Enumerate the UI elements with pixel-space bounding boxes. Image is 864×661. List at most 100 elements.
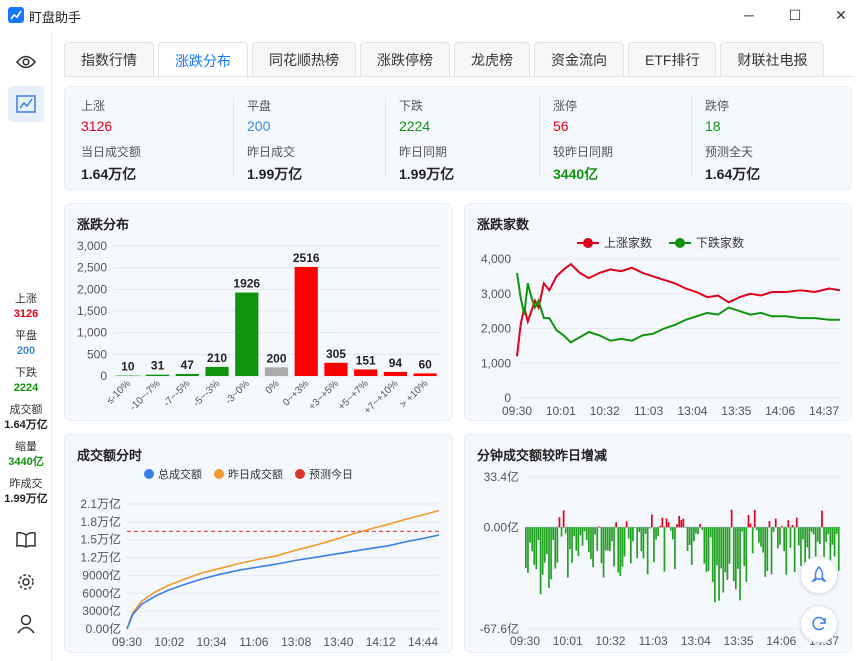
x-tick-label: -5~-3% <box>191 378 222 409</box>
diff-bar <box>567 527 569 578</box>
diff-bar <box>535 527 538 570</box>
chart-icon[interactable] <box>8 86 44 122</box>
refresh-button[interactable] <box>800 605 838 643</box>
diff-bar <box>613 527 615 567</box>
diff-bar <box>552 527 554 540</box>
bar-value-label: 151 <box>356 353 376 367</box>
diff-bar <box>690 527 693 566</box>
diff-bar <box>579 527 582 536</box>
diff-bar <box>716 527 718 566</box>
y-tick-label: 0 <box>504 391 511 405</box>
diff-bar <box>833 527 836 557</box>
x-tick-label: +3~+5% <box>307 378 341 412</box>
sidebar-stat-label: 上涨 <box>15 293 37 305</box>
sidebar-stat-label: 昨成交 <box>9 478 43 490</box>
diff-bar <box>766 527 769 571</box>
sidebar-stat-value: 2224 <box>13 382 39 394</box>
summary-stat: 下跌 2224 <box>399 97 430 134</box>
diff-bar <box>606 527 609 551</box>
summary-stat-value: 1.99万亿 <box>399 166 455 182</box>
diff-bar <box>665 518 668 528</box>
tab-3[interactable]: 涨跌停榜 <box>360 42 450 76</box>
diff-bar <box>718 527 720 601</box>
diff-bar <box>638 527 641 532</box>
diff-bar <box>753 509 756 528</box>
eye-icon[interactable] <box>8 44 44 80</box>
tab-divider <box>64 76 852 77</box>
diff-bar <box>661 517 664 528</box>
summary-stat: 昨日同期 1.99万亿 <box>399 143 454 184</box>
y-tick-label: 3,000 <box>481 287 511 301</box>
tab-2[interactable]: 同花顺热榜 <box>252 42 356 76</box>
minimize-button[interactable]: ─ <box>726 0 772 30</box>
y-tick-label: 1.2万亿 <box>80 550 121 565</box>
diff-bar <box>730 509 733 528</box>
gear-icon[interactable] <box>8 564 44 600</box>
diff-bar <box>831 527 834 545</box>
rocket-button[interactable] <box>800 556 838 594</box>
diff-bar <box>777 527 779 549</box>
diff-bar <box>581 527 584 546</box>
x-tick-label: 14:12 <box>366 635 396 649</box>
summary-stat-value: 3440亿 <box>553 166 599 182</box>
distribution-chart: 0 500 1,000 1,500 2,000 2,500 3,000 10 ≤-10% 31 -1… <box>77 239 440 417</box>
close-button[interactable]: ✕ <box>818 0 864 30</box>
book-icon[interactable] <box>8 522 44 558</box>
maximize-button[interactable]: ☐ <box>772 0 818 30</box>
diff-bar <box>554 527 557 569</box>
summary-stat: 上涨 3126 <box>81 97 112 134</box>
legend-marker <box>144 469 154 479</box>
diff-bar <box>781 526 783 528</box>
rocket-icon <box>811 566 827 583</box>
diff-bar <box>707 527 710 571</box>
diff-bar <box>783 527 785 552</box>
tab-1[interactable]: 涨跌分布 <box>158 42 248 78</box>
y-tick-label: 1.5万亿 <box>80 532 121 547</box>
diff-bar <box>537 527 540 541</box>
diff-bar <box>835 527 838 534</box>
x-tick-label: 14:44 <box>408 635 438 649</box>
y-tick-label: 500 <box>87 347 107 361</box>
tab-0[interactable]: 指数行情 <box>64 42 154 76</box>
diff-bar <box>539 527 542 595</box>
y-tick-label: 3,000 <box>77 239 107 253</box>
diff-bar <box>617 527 620 573</box>
summary-stat-label: 预测全天 <box>705 145 754 159</box>
x-tick-label: 10:32 <box>590 404 620 418</box>
bar <box>324 362 348 376</box>
x-tick-label: 13:35 <box>721 404 751 418</box>
user-icon[interactable] <box>8 606 44 642</box>
y-tick-label: 0 <box>100 369 107 383</box>
x-tick-label: 10:01 <box>546 404 576 418</box>
sidebar-stat: 成交额 1.64万亿 <box>0 403 52 433</box>
sidebar: 上涨 3126 平盘 200 下跌 2224 成交额 1.64万亿 缩量 3440亿 昨成交 1.99… <box>0 30 52 661</box>
tab-4[interactable]: 龙虎榜 <box>454 42 530 76</box>
diff-bar <box>583 527 586 532</box>
diff-bar <box>745 527 748 582</box>
diff-bar <box>543 527 546 563</box>
sidebar-stat: 下跌 2224 <box>0 366 52 396</box>
y-tick-label: 2,500 <box>77 261 107 275</box>
diff-bar <box>806 527 809 548</box>
diff-bar <box>644 527 647 534</box>
diff-bar <box>592 527 594 568</box>
summary-stat-label: 较昨日同期 <box>553 145 614 159</box>
bar <box>413 373 437 376</box>
tab-5[interactable]: 资金流向 <box>534 42 624 76</box>
legend-marker <box>675 238 685 248</box>
tab-7[interactable]: 财联社电报 <box>720 42 825 76</box>
x-tick-label: -10~-7% <box>128 378 163 413</box>
diff-bar <box>760 527 762 547</box>
y-tick-label: 33.4亿 <box>484 469 519 484</box>
diff-bar <box>837 527 840 571</box>
bar-value-label: 305 <box>326 347 346 361</box>
diff-bar <box>667 522 670 528</box>
x-tick-label: 11:06 <box>239 635 268 649</box>
distribution-card: 涨跌分布 0 500 1,000 1,500 2,000 2,500 3,000 10 ≤-10… <box>64 203 453 421</box>
y-tick-label: 0.00亿 <box>86 621 121 636</box>
tab-6[interactable]: ETF排行 <box>628 42 717 76</box>
diff-bar <box>793 527 796 573</box>
diff-bar <box>600 527 603 564</box>
diff-bar <box>756 527 758 531</box>
diff-bar <box>735 527 737 590</box>
